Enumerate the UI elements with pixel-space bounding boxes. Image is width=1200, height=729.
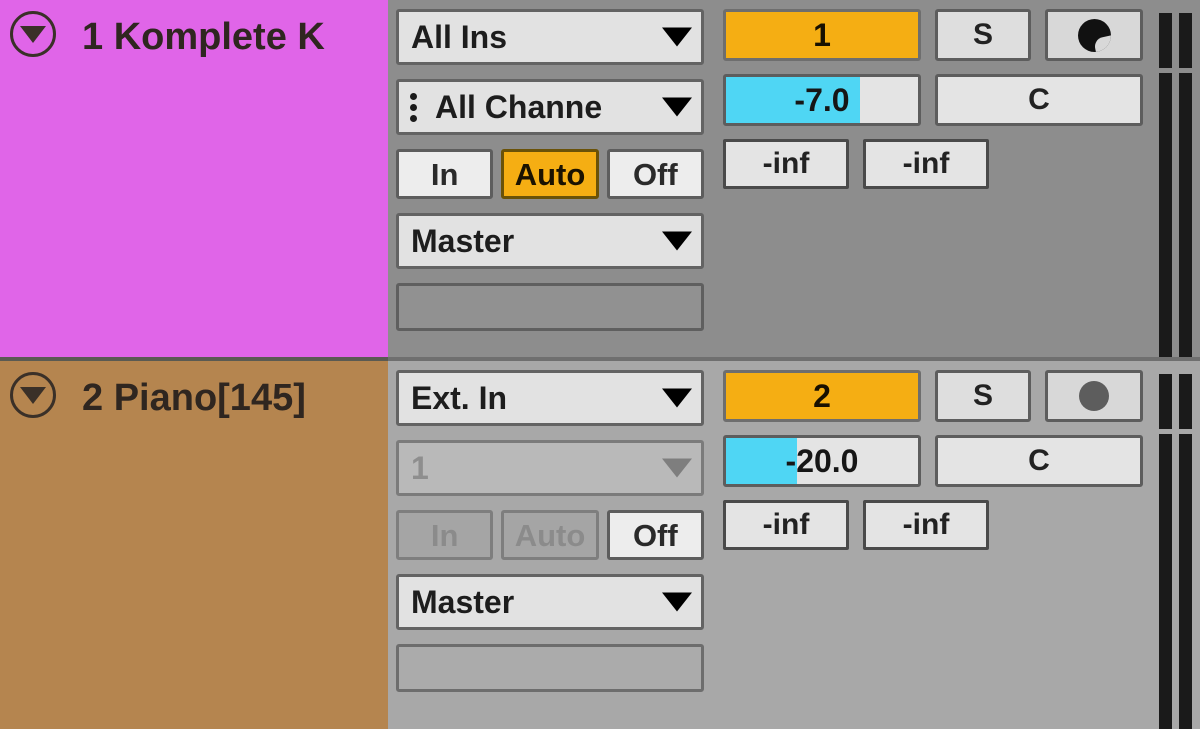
volume-slider[interactable]: -7.0 [723,74,921,126]
monitor-in-button[interactable]: In [396,510,494,560]
meter-clip-segment[interactable] [1178,13,1192,68]
input-channel-chooser[interactable]: 1 [396,440,704,496]
meter-clip-segment[interactable] [1158,374,1172,429]
volume-pan-row: -20.0 C [723,435,1156,487]
volume-value: -20.0 [785,443,859,479]
volume-slider[interactable]: -20.0 [723,435,921,487]
monitor-auto-button[interactable]: Auto [501,510,599,560]
track-level-meter [1156,370,1200,729]
meter-channel-right [1178,13,1192,357]
mixer-track-list: 1 Komplete K All Ins All Channe In Auto … [0,0,1200,729]
meter-bar [1178,73,1192,357]
send-a-amount[interactable]: -inf [723,139,849,189]
send-b-amount[interactable]: -inf [863,500,989,550]
monitor-button-group: In Auto Off [396,149,704,199]
input-channel-value: All Channe [435,89,603,125]
track-fold-button[interactable] [10,11,56,57]
input-channel-chooser[interactable]: All Channe [396,79,704,135]
activator-row: 2 S [723,370,1156,422]
chevron-down-circle-icon [20,25,46,43]
chevron-down-circle-icon [20,386,46,404]
meter-bar [1158,73,1172,357]
track-activator-button[interactable]: 1 [723,9,921,61]
volume-value: -7.0 [794,82,850,118]
track-activator-button[interactable]: 2 [723,370,921,422]
output-sub-chooser[interactable] [396,644,704,692]
sends-row: -inf -inf [723,139,1156,189]
chevron-down-icon [662,97,692,117]
output-value: Master [411,223,515,259]
midi-arm-icon [1077,18,1111,52]
track-mixer-column: 1 S -7.0 C -inf -inf [712,0,1200,361]
meter-channel-right [1178,374,1192,729]
input-type-value: Ext. In [411,380,508,416]
monitor-in-button[interactable]: In [396,149,494,199]
track-name-panel[interactable]: 2 Piano[145] [0,361,388,729]
monitor-off-button[interactable]: Off [606,510,704,560]
track-name-panel[interactable]: 1 Komplete K [0,0,388,361]
output-value: Master [411,584,515,620]
midi-channel-dots-icon [410,92,417,122]
arm-record-button[interactable] [1045,370,1143,422]
meter-clip-segment[interactable] [1178,374,1192,429]
pan-control[interactable]: C [935,435,1143,487]
input-channel-value: 1 [411,450,429,486]
arm-record-button[interactable] [1045,9,1143,61]
audio-arm-dot-icon [1079,381,1109,411]
chevron-down-icon [662,388,692,408]
chevron-down-icon [662,27,692,47]
pan-control[interactable]: C [935,74,1143,126]
output-chooser[interactable]: Master [396,213,704,269]
volume-pan-row: -7.0 C [723,74,1156,126]
sends-row: -inf -inf [723,500,1156,550]
chevron-down-icon [662,592,692,612]
output-chooser[interactable]: Master [396,574,704,630]
track-title[interactable]: 2 Piano[145] [82,375,306,421]
send-b-amount[interactable]: -inf [863,139,989,189]
meter-bar [1158,434,1172,729]
track-fold-button[interactable] [10,372,56,418]
activator-row: 1 S [723,9,1156,61]
meter-bar [1178,434,1192,729]
meter-clip-segment[interactable] [1158,13,1172,68]
send-a-amount[interactable]: -inf [723,500,849,550]
monitor-off-button[interactable]: Off [606,149,704,199]
output-sub-chooser[interactable] [396,283,704,331]
track-row: 2 Piano[145] Ext. In 1 In Auto Off Maste… [0,361,1200,729]
monitor-button-group: In Auto Off [396,510,704,560]
solo-button[interactable]: S [935,9,1031,61]
meter-channel-left [1158,374,1172,729]
chevron-down-icon [662,458,692,478]
track-io-column: Ext. In 1 In Auto Off Master [388,361,712,729]
input-type-chooser[interactable]: Ext. In [396,370,704,426]
track-level-meter [1156,9,1200,357]
track-title[interactable]: 1 Komplete K [82,14,325,60]
solo-button[interactable]: S [935,370,1031,422]
track-mixer-column: 2 S -20.0 C -inf -inf [712,361,1200,729]
track-io-column: All Ins All Channe In Auto Off Master [388,0,712,361]
meter-channel-left [1158,13,1172,357]
input-type-value: All Ins [411,19,508,55]
chevron-down-icon [662,231,692,251]
input-type-chooser[interactable]: All Ins [396,9,704,65]
track-row: 1 Komplete K All Ins All Channe In Auto … [0,0,1200,361]
monitor-auto-button[interactable]: Auto [501,149,599,199]
